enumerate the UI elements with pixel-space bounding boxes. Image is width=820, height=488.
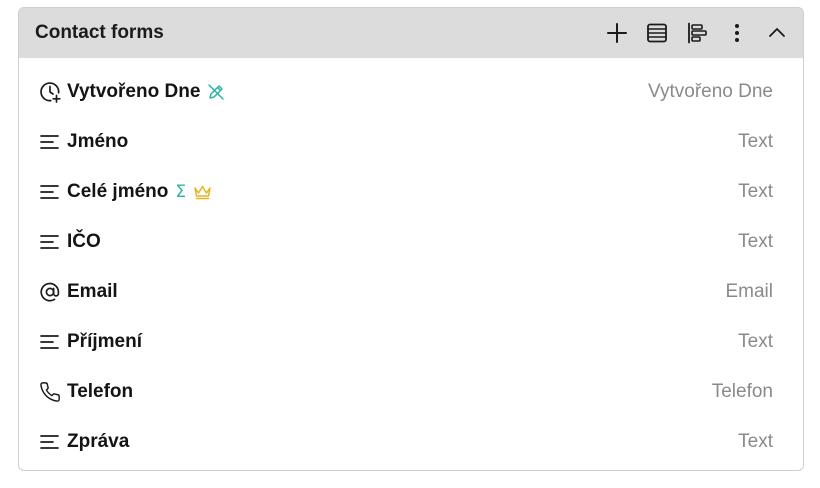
field-type: Text (738, 431, 773, 452)
more-vertical-icon (735, 24, 739, 42)
table-view-button[interactable] (637, 13, 677, 53)
align-view-button[interactable] (677, 13, 717, 53)
contact-forms-panel: Contact forms Vytvořeno Dne Vytvořeno Dn… (18, 7, 804, 471)
field-row-zprava[interactable]: Zpráva Text (19, 417, 803, 467)
crown-icon (193, 184, 212, 200)
collapse-button[interactable] (757, 13, 797, 53)
more-options-button[interactable] (717, 13, 757, 53)
field-label: Zpráva (67, 431, 130, 452)
field-label: Celé jméno (67, 181, 169, 202)
field-row-prijmeni[interactable]: Příjmení Text (19, 317, 803, 367)
panel-title: Contact forms (35, 22, 164, 43)
field-label: Telefon (67, 381, 134, 402)
plus-icon (607, 23, 627, 43)
header-actions (597, 8, 797, 58)
clock-plus-icon (39, 80, 63, 104)
field-label: IČO (67, 231, 101, 252)
field-type: Text (738, 131, 773, 152)
pencil-off-icon (207, 83, 225, 101)
phone-icon (39, 380, 63, 404)
field-row-jmeno[interactable]: Jméno Text (19, 117, 803, 167)
sigma-icon: Σ (175, 181, 187, 202)
field-type: Text (738, 331, 773, 352)
field-row-email[interactable]: Email Email (19, 267, 803, 317)
field-row-ico[interactable]: IČO Text (19, 217, 803, 267)
field-label: Email (67, 281, 118, 302)
table-icon (647, 23, 667, 43)
field-label: Příjmení (67, 331, 142, 352)
panel-header: Contact forms (19, 8, 803, 58)
field-row-telefon[interactable]: Telefon Telefon (19, 367, 803, 417)
field-list: Vytvořeno Dne Vytvořeno Dne Jméno Text C… (19, 58, 803, 467)
field-label: Vytvořeno Dne (67, 81, 201, 102)
field-type: Text (738, 181, 773, 202)
field-type: Text (738, 231, 773, 252)
text-lines-icon (39, 230, 63, 254)
chevron-up-icon (769, 28, 785, 37)
text-lines-icon (39, 330, 63, 354)
field-label: Jméno (67, 131, 129, 152)
text-lines-icon (39, 430, 63, 454)
field-type: Email (725, 281, 773, 302)
field-row-vytvoreno-dne[interactable]: Vytvořeno Dne Vytvořeno Dne (19, 67, 803, 117)
text-lines-icon (39, 180, 63, 204)
at-sign-icon (39, 280, 63, 304)
field-type: Telefon (711, 381, 773, 402)
align-left-icon (688, 22, 707, 44)
add-field-button[interactable] (597, 13, 637, 53)
text-lines-icon (39, 130, 63, 154)
field-row-cele-jmeno[interactable]: Celé jméno Σ Text (19, 167, 803, 217)
field-type: Vytvořeno Dne (648, 81, 773, 102)
